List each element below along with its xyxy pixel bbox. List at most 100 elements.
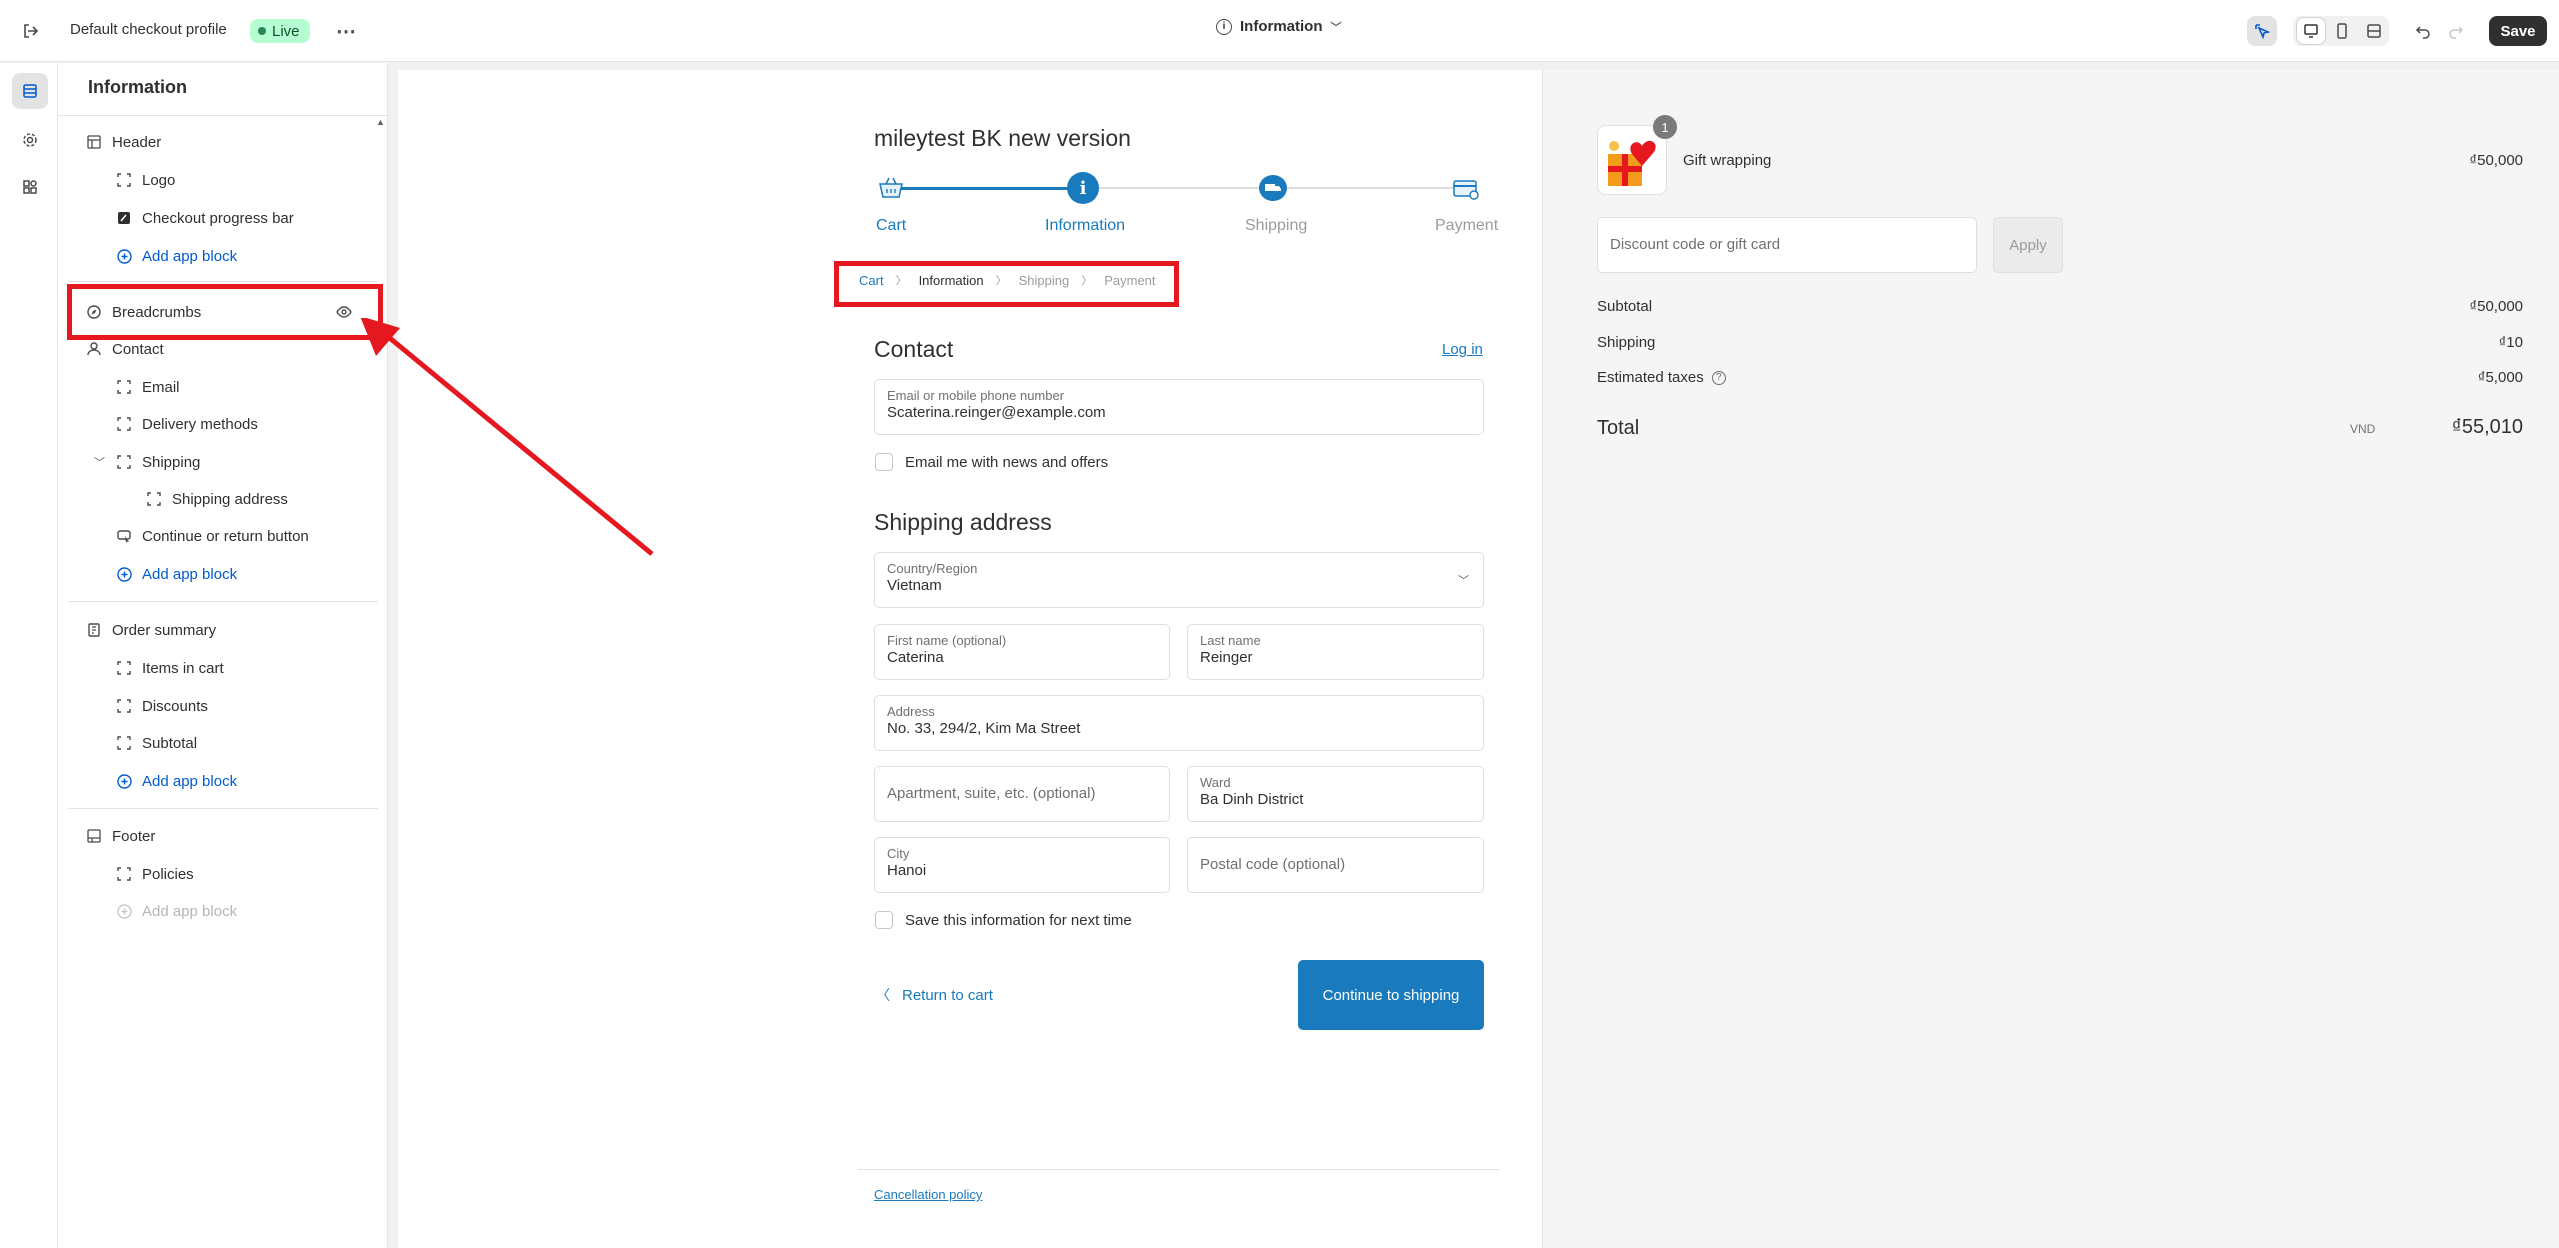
payment-step-icon[interactable] bbox=[1451, 174, 1481, 204]
block-shipping-label: Shipping bbox=[142, 453, 201, 471]
estimated-taxes-label: Estimated taxes bbox=[1597, 369, 1704, 386]
block-delivery-methods-label: Delivery methods bbox=[142, 415, 258, 433]
shipping-label: Shipping bbox=[1597, 334, 1656, 351]
save-button[interactable]: Save bbox=[2489, 16, 2547, 46]
page-selector[interactable]: i Information ﹀ bbox=[1216, 18, 1342, 35]
information-step-icon[interactable]: i bbox=[1067, 172, 1099, 204]
settings-icon[interactable] bbox=[15, 125, 45, 155]
block-items-in-cart[interactable]: Items in cart bbox=[116, 654, 224, 682]
apply-button[interactable]: Apply bbox=[1993, 217, 2063, 273]
section-footer[interactable]: Footer bbox=[86, 822, 155, 850]
item-name: Gift wrapping bbox=[1683, 152, 1772, 169]
section-header[interactable]: Header bbox=[86, 128, 161, 156]
shipping-step-icon[interactable] bbox=[1259, 175, 1287, 201]
section-contact-label: Contact bbox=[112, 340, 164, 358]
block-shipping-address[interactable]: Shipping address bbox=[146, 485, 288, 513]
block-progress-bar[interactable]: Checkout progress bar bbox=[116, 204, 294, 232]
redo-icon[interactable] bbox=[2441, 16, 2471, 46]
apartment-field[interactable]: Apartment, suite, etc. (optional) bbox=[874, 766, 1170, 822]
fullwidth-icon[interactable] bbox=[2359, 16, 2389, 46]
block-icon bbox=[116, 660, 132, 676]
city-value: Hanoi bbox=[887, 862, 927, 879]
annotation-arrow bbox=[360, 318, 654, 556]
section-order-summary[interactable]: Order summary bbox=[86, 616, 216, 644]
continue-to-shipping-button[interactable]: Continue to shipping bbox=[1298, 960, 1484, 1030]
save-info-checkbox[interactable] bbox=[875, 911, 893, 929]
step-label-cart[interactable]: Cart bbox=[876, 217, 906, 235]
apps-icon[interactable] bbox=[15, 172, 45, 202]
sidebar-title: Information bbox=[88, 77, 187, 97]
block-continue-button[interactable]: Continue or return button bbox=[116, 522, 309, 550]
chevron-left-icon: 〈 bbox=[876, 987, 890, 1003]
country-select-value: Vietnam bbox=[887, 577, 942, 594]
first-name-field[interactable]: First name (optional) Caterina bbox=[874, 624, 1170, 680]
step-label-information[interactable]: Information bbox=[1045, 217, 1125, 235]
add-app-block-main[interactable]: Add app block bbox=[116, 560, 237, 588]
city-field[interactable]: City Hanoi bbox=[874, 837, 1170, 893]
chevron-down-icon[interactable]: ﹀ bbox=[94, 454, 105, 470]
divider bbox=[58, 115, 388, 116]
section-footer-label: Footer bbox=[112, 827, 156, 845]
sections-icon[interactable] bbox=[12, 73, 48, 109]
step-label-shipping: Shipping bbox=[1245, 217, 1308, 234]
highlight-box-breadcrumbs bbox=[67, 284, 383, 340]
page-select-label: Information bbox=[1240, 18, 1323, 35]
help-circle-icon[interactable]: ? bbox=[1711, 370, 1726, 385]
cart-step-icon[interactable] bbox=[876, 173, 906, 203]
address-field[interactable]: Address No. 33, 294/2, Kim Ma Street bbox=[874, 695, 1484, 751]
country-select[interactable]: Country/Region Vietnam ﹀ bbox=[874, 552, 1484, 608]
inspector-icon[interactable] bbox=[2247, 16, 2277, 46]
add-app-block-header[interactable]: Add app block bbox=[116, 242, 237, 270]
email-field-label: Email or mobile phone number bbox=[887, 388, 1065, 403]
cancellation-policy-link[interactable]: Cancellation policy bbox=[874, 1187, 982, 1202]
block-delivery-methods[interactable]: Delivery methods bbox=[116, 410, 258, 438]
live-label: Live bbox=[272, 22, 300, 40]
live-dot-icon bbox=[258, 27, 266, 35]
exit-icon[interactable] bbox=[16, 16, 46, 46]
undo-icon[interactable] bbox=[2408, 16, 2438, 46]
icon-rail bbox=[0, 63, 58, 1248]
email-field[interactable]: Email or mobile phone number Scaterina.r… bbox=[874, 379, 1484, 435]
profile-name: Default checkout profile bbox=[70, 21, 227, 38]
block-logo-label: Logo bbox=[142, 171, 176, 189]
receipt-icon bbox=[86, 622, 102, 638]
return-to-cart-link[interactable]: 〈 Return to cart bbox=[876, 985, 993, 1005]
add-app-block-summary[interactable]: Add app block bbox=[116, 767, 237, 795]
footer-divider bbox=[858, 1169, 1500, 1170]
block-shipping[interactable]: Shipping bbox=[116, 448, 200, 476]
block-icon bbox=[116, 698, 132, 714]
desktop-icon[interactable] bbox=[2296, 17, 2326, 45]
block-icon bbox=[116, 172, 132, 188]
scroll-up-icon[interactable]: ▲ bbox=[376, 117, 385, 127]
save-info-label: Save this information for next time bbox=[905, 912, 1132, 929]
block-logo[interactable]: Logo bbox=[116, 166, 175, 194]
block-icon bbox=[116, 416, 132, 432]
discount-code-input[interactable]: Discount code or gift card bbox=[1597, 217, 1977, 273]
news-checkbox[interactable] bbox=[875, 453, 893, 471]
ward-field[interactable]: Ward Ba Dinh District bbox=[1187, 766, 1484, 822]
block-email-label: Email bbox=[142, 378, 180, 396]
last-name-field[interactable]: Last name Reinger bbox=[1187, 624, 1484, 680]
section-contact[interactable]: Contact bbox=[86, 335, 164, 363]
email-field-value: Scaterina.reinger@example.com bbox=[887, 404, 1106, 421]
block-policies-label: Policies bbox=[142, 865, 194, 883]
more-icon[interactable]: ⋯ bbox=[331, 16, 361, 46]
subtotal-value: ₫50,000 bbox=[2469, 298, 2523, 315]
estimated-taxes-row: Estimated taxes ? bbox=[1597, 369, 1726, 386]
chevron-down-icon: ﹀ bbox=[1330, 21, 1342, 34]
block-email[interactable]: Email bbox=[116, 373, 180, 401]
address-label: Address bbox=[887, 704, 935, 719]
step-label-payment: Payment bbox=[1435, 217, 1499, 234]
first-name-value: Caterina bbox=[887, 649, 944, 666]
postal-code-field[interactable]: Postal code (optional) bbox=[1187, 837, 1484, 893]
block-shipping-address-label: Shipping address bbox=[172, 490, 288, 508]
block-policies[interactable]: Policies bbox=[116, 860, 194, 888]
block-discounts-label: Discounts bbox=[142, 697, 208, 715]
person-icon bbox=[86, 341, 102, 357]
block-discounts[interactable]: Discounts bbox=[116, 692, 208, 720]
block-subtotal[interactable]: Subtotal bbox=[116, 729, 197, 757]
divider bbox=[68, 281, 378, 282]
mobile-icon[interactable] bbox=[2327, 16, 2357, 46]
login-link[interactable]: Log in bbox=[1442, 341, 1483, 358]
highlight-box-breadcrumb-preview bbox=[834, 261, 1179, 307]
